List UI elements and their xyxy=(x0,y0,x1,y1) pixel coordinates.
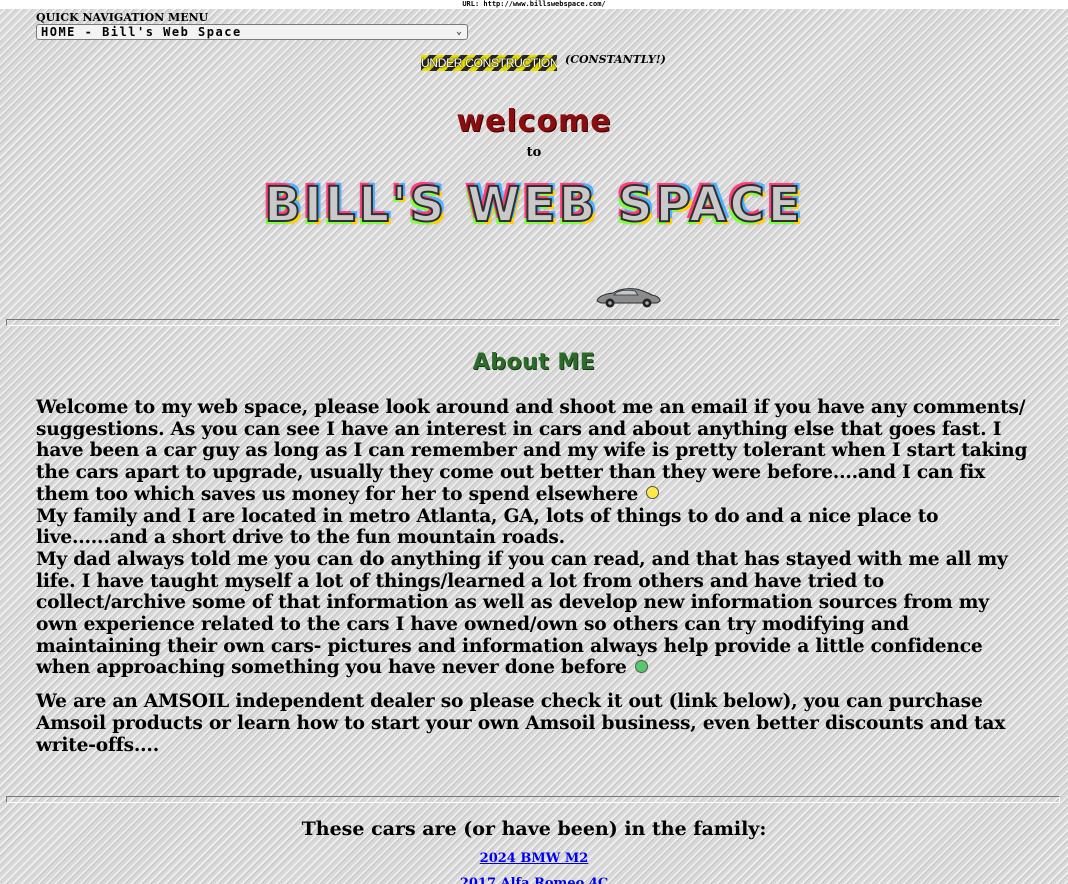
welcome-to-text: to xyxy=(526,145,542,160)
about-paragraph: We are an AMSOIL independent dealer so p… xyxy=(36,691,1006,756)
about-paragraph: My dad always told me you can do anythin… xyxy=(36,548,1008,679)
site-logo: BILL'S WEB SPACE xyxy=(263,176,804,234)
url-bar: URL: http://www.billswebspace.com/ xyxy=(0,0,1068,9)
under-construction-badge: UNDER CONSTRUCTION xyxy=(421,55,557,71)
under-construction-note: (CONSTANTLY!) xyxy=(565,53,666,66)
nav-menu-select[interactable]: HOME - Bill's Web Space ⌄ xyxy=(36,24,468,40)
about-paragraph: Welcome to my web space, please look aro… xyxy=(36,397,1028,505)
cars-heading: These cars are (or have been) in the fam… xyxy=(301,818,767,840)
car-icon xyxy=(596,288,661,308)
car-link[interactable]: 2024 BMW M2 xyxy=(334,850,734,868)
nav-menu-label: QUICK NAVIGATION MENU xyxy=(36,11,209,24)
car-link[interactable]: 2017 Alfa Romeo 4C xyxy=(334,875,734,884)
smiley-icon xyxy=(646,486,660,500)
welcome-title: welcome xyxy=(456,104,612,139)
about-heading: About ME xyxy=(472,350,596,375)
smiley-icon xyxy=(634,659,648,673)
nav-menu-selected-value: HOME - Bill's Web Space xyxy=(41,25,242,39)
about-body: Welcome to my web space, please look aro… xyxy=(36,397,1036,756)
about-paragraph: My family and I are located in metro Atl… xyxy=(36,505,939,549)
chevron-down-icon: ⌄ xyxy=(455,26,462,37)
section-divider xyxy=(6,796,1060,803)
section-divider xyxy=(6,319,1060,326)
